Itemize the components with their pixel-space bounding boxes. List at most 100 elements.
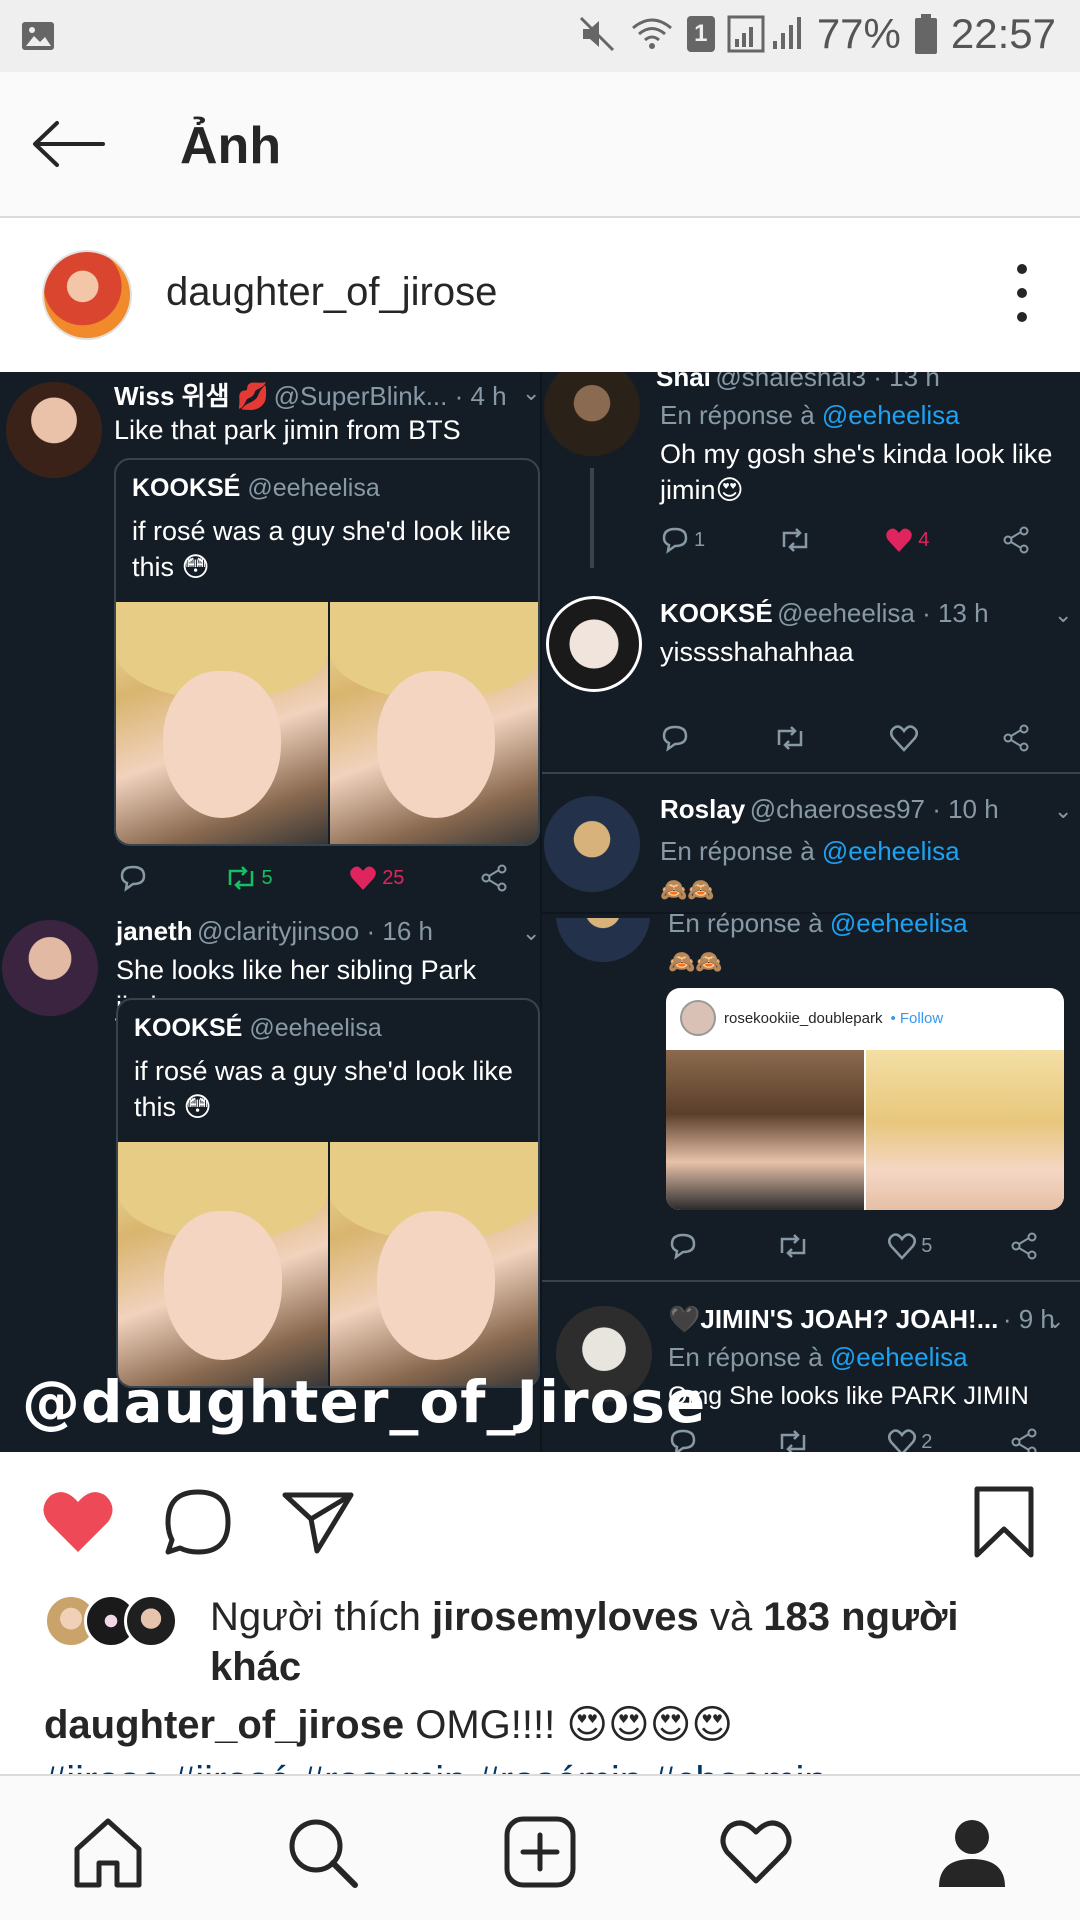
chevron-down-icon: ⌄ xyxy=(1046,1308,1065,1333)
caption-hashtags[interactable]: #jirose #jirosé #rosemin #rosémin #chaem… xyxy=(44,1756,1044,1776)
reply-mention: @eeheelisa xyxy=(821,836,960,866)
tweet: 🖤JIMIN'S JOAH? JOAH!... · 9 h xyxy=(668,1304,1068,1335)
watermark: @daughter_of_Jirose xyxy=(22,1368,707,1436)
activity-icon xyxy=(720,1820,792,1884)
signal-icon xyxy=(727,13,805,55)
chevron-down-icon: ⌄ xyxy=(1054,798,1073,823)
embed-photo xyxy=(666,1050,864,1210)
chevron-down-icon: ⌄ xyxy=(1054,602,1073,627)
status-bar: 1 77% 22:57 xyxy=(0,0,1080,72)
sim-badge: 1 xyxy=(694,20,708,47)
quote-text: if rosé was a guy she'd look like this 😳 xyxy=(134,1056,513,1122)
reply-prefix: En réponse à xyxy=(660,400,815,430)
send-icon xyxy=(282,1492,354,1554)
reply-prefix: En réponse à xyxy=(660,836,815,866)
reply-context: En réponse à @eeheelisa xyxy=(660,836,1070,867)
tweet-author-name: janeth xyxy=(116,916,193,946)
more-options-button[interactable] xyxy=(1000,258,1044,328)
tweet-share-icon xyxy=(1010,1232,1038,1260)
reply-mention: @eeheelisa xyxy=(821,400,960,430)
save-button[interactable] xyxy=(962,1482,1046,1562)
retweet-icon xyxy=(776,1233,810,1259)
likes-prefix: Người thích xyxy=(210,1595,421,1639)
tweet-avatar xyxy=(2,920,98,1016)
tweet-text: yisssshahahhaa xyxy=(660,637,854,667)
tweet: janeth @clarityjinsoo · 16 h xyxy=(116,916,536,947)
like-count: 25 xyxy=(382,866,405,889)
caption: daughter_of_jirose OMG!!!! 😍😍😍😍 xyxy=(44,1700,1044,1750)
liker-avatars xyxy=(44,1594,184,1650)
reply-context: En réponse à @eeheelisa xyxy=(660,400,1070,431)
quote-handle: @eeheelisa xyxy=(249,1014,382,1042)
comment-button[interactable] xyxy=(156,1482,240,1562)
post-action-bar xyxy=(0,1452,1080,1588)
retweet-icon xyxy=(776,1429,810,1452)
quote-text: if rosé was a guy she'd look like this 😳 xyxy=(132,516,511,582)
quote-photo xyxy=(116,602,328,844)
tweet-actions xyxy=(660,724,1030,752)
heart-outline-icon xyxy=(888,1233,917,1260)
thread-line xyxy=(590,468,594,568)
post-image[interactable]: Wiss 위샘 💋 @SuperBlink... · 4 h ⌄ Like th… xyxy=(0,372,1080,1452)
post-author-avatar[interactable] xyxy=(42,250,132,340)
gallery-icon xyxy=(20,18,56,59)
reply-count: 1 xyxy=(694,528,706,551)
tweet-text: Like that park jimin from BTS xyxy=(114,415,461,445)
embed-account: rosekookiie_doublepark xyxy=(724,1009,883,1027)
caption-text: OMG!!!! 😍😍😍😍 xyxy=(415,1703,734,1747)
embed-avatar xyxy=(680,1000,716,1036)
liker-avatar xyxy=(124,1594,178,1648)
tweet-actions: 2 xyxy=(668,1428,1038,1452)
vertical-dots-icon xyxy=(1017,264,1027,274)
reply-icon xyxy=(662,527,688,554)
back-button[interactable] xyxy=(26,112,110,176)
quote-photo xyxy=(118,1142,328,1386)
heart-outline-icon xyxy=(889,724,919,752)
like-button[interactable] xyxy=(36,1482,120,1562)
tweet-actions: 5 xyxy=(668,1232,1038,1260)
reply-icon xyxy=(118,864,148,892)
bookmark-icon xyxy=(974,1486,1034,1558)
post-author-username[interactable]: daughter_of_jirose xyxy=(166,270,497,315)
post-header: daughter_of_jirose xyxy=(0,218,1080,372)
share-button[interactable] xyxy=(276,1482,360,1562)
reply-icon xyxy=(660,724,690,752)
tweet-author-name: 🖤JIMIN'S JOAH? JOAH!... xyxy=(668,1304,999,1334)
tweet-author-name: Shai xyxy=(656,372,711,392)
reply-context: En réponse à @eeheelisa xyxy=(668,908,1068,939)
nav-create[interactable] xyxy=(498,1810,582,1894)
quote-photo xyxy=(330,1142,538,1386)
tweet-handle: @eeheelisa · 13 h xyxy=(777,598,989,628)
instagram-embed-card: rosekookiie_doublepark • Follow xyxy=(666,988,1064,1210)
tweet-handle: @shaleshai3 · 13 h xyxy=(715,372,940,392)
retweet-action: 5 xyxy=(224,865,273,891)
tweet-share-icon xyxy=(1010,1428,1038,1452)
retweet-count: 5 xyxy=(261,866,273,889)
nav-activity[interactable] xyxy=(714,1810,798,1894)
battery-percent: 77% xyxy=(816,10,901,57)
tweet-actions: 1 4 xyxy=(660,526,1030,554)
chevron-down-icon: ⌄ xyxy=(522,920,541,945)
like-action: 25 xyxy=(348,864,404,892)
likes-user[interactable]: jirosemyloves xyxy=(432,1595,699,1639)
like-action: 5 xyxy=(887,1232,932,1260)
tweet-avatar xyxy=(544,372,640,456)
top-app-bar: Ảnh xyxy=(0,72,1080,218)
tweet: Shai @shaleshai3 · 13 h xyxy=(656,372,1066,393)
tweet-handle: @SuperBlink... · 4 h xyxy=(273,381,507,411)
nav-home[interactable] xyxy=(66,1810,150,1894)
caption-username[interactable]: daughter_of_jirose xyxy=(44,1703,404,1747)
tweet-author-name: KOOKSÉ xyxy=(660,598,773,628)
heart-outline-icon xyxy=(888,1429,917,1452)
chevron-down-icon: ⌄ xyxy=(522,380,541,405)
reply-context: En réponse à @eeheelisa xyxy=(668,1342,1068,1373)
tweet-avatar xyxy=(544,796,640,892)
tweet-share-icon xyxy=(480,864,508,892)
like-count: 5 xyxy=(921,1234,933,1257)
tweet-share-icon xyxy=(1002,526,1030,554)
nav-profile[interactable] xyxy=(930,1810,1014,1894)
reply-prefix: En réponse à xyxy=(668,908,823,938)
embed-follow-link: • Follow xyxy=(890,1009,944,1027)
retweet-icon xyxy=(228,866,253,890)
nav-search[interactable] xyxy=(280,1810,364,1894)
